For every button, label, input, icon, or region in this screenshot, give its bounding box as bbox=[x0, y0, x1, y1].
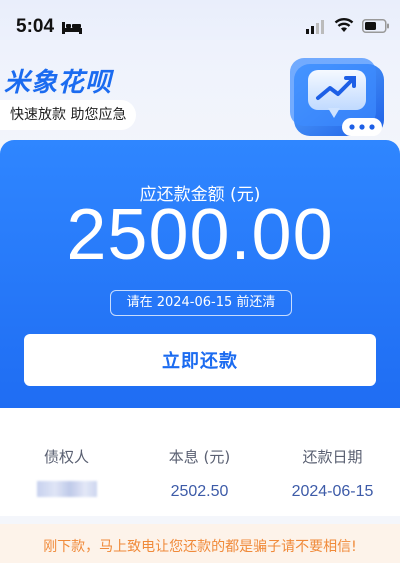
wifi-icon bbox=[334, 17, 354, 37]
repay-now-button[interactable]: 立即还款 bbox=[24, 334, 376, 386]
section-divider bbox=[0, 516, 400, 524]
loan-details: 债权人 本息 (元) 2502.50 还款日期 2024-06-15 bbox=[0, 408, 400, 516]
repayment-date-column: 还款日期 2024-06-15 bbox=[266, 408, 399, 501]
creditor-column: 债权人 bbox=[0, 408, 133, 501]
repayment-card: 应还款金额 (元) 2500.00 请在 2024-06-15 前还清 立即还款 bbox=[0, 140, 400, 408]
header-banner: 米象花呗 快速放款 助您应急 bbox=[0, 40, 400, 150]
principal-interest-value: 2502.50 bbox=[170, 483, 229, 500]
brand-logo-text: 米象花呗 bbox=[4, 68, 113, 98]
slogan-pill: 快速放款 助您应急 bbox=[0, 100, 137, 130]
battery-icon bbox=[362, 18, 390, 37]
repayment-date-value: 2024-06-15 bbox=[291, 483, 374, 500]
creditor-name-redacted bbox=[36, 481, 97, 497]
amount-due: 2500.00 bbox=[66, 195, 334, 275]
creditor-label: 债权人 bbox=[43, 448, 89, 466]
bed-icon bbox=[62, 19, 82, 38]
principal-interest-label: 本息 (元) bbox=[168, 448, 231, 466]
principal-interest-column: 本息 (元) 2502.50 bbox=[133, 408, 266, 501]
due-date-note: 请在 2024-06-15 前还清 bbox=[110, 290, 292, 316]
fraud-warning-text: 刚下款，马上致电让您还款的都是骗子请不要相信! bbox=[43, 539, 357, 555]
status-time: 5:04 bbox=[16, 16, 55, 37]
chart-chat-icon bbox=[286, 48, 392, 150]
signal-icon bbox=[306, 19, 328, 38]
repayment-date-label: 还款日期 bbox=[302, 448, 363, 466]
warning-banner: 刚下款，马上致电让您还款的都是骗子请不要相信! bbox=[0, 524, 400, 563]
